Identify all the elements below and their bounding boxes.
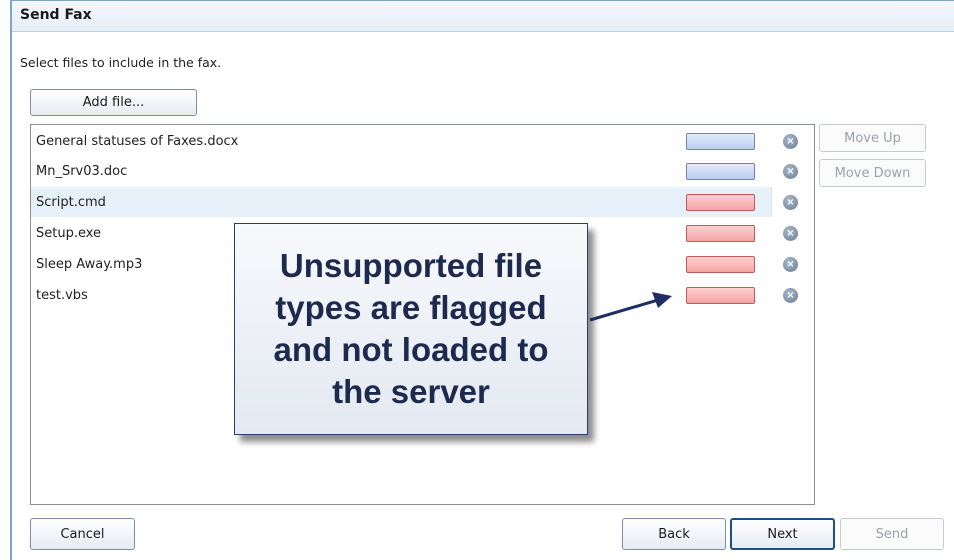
remove-icon[interactable]: × — [783, 226, 798, 241]
back-button[interactable]: Back — [622, 518, 726, 550]
send-fax-window: Send Fax Select files to include in the … — [10, 0, 954, 560]
instruction-text: Select files to include in the fax. — [20, 55, 222, 70]
callout-text: Unsupported file types are flagged and n… — [274, 245, 549, 413]
callout-arrow-icon — [589, 292, 672, 322]
file-row-1[interactable]: Mn_Srv03.doc × — [31, 156, 814, 186]
remove-icon[interactable]: × — [783, 195, 798, 210]
file-name: Mn_Srv03.doc — [36, 164, 128, 179]
file-name: General statuses of Faxes.docx — [36, 134, 239, 149]
file-status-unsupported — [686, 256, 755, 273]
file-status-supported — [686, 163, 755, 180]
callout-line: the server — [332, 373, 490, 410]
callout-line: and not loaded to — [273, 331, 549, 368]
cancel-button[interactable]: Cancel — [30, 518, 135, 550]
file-status-unsupported — [686, 287, 755, 304]
callout-line: Unsupported file — [279, 247, 543, 284]
file-name: test.vbs — [36, 288, 88, 303]
remove-icon[interactable]: × — [783, 164, 798, 179]
file-status-unsupported — [686, 225, 755, 242]
file-name: Script.cmd — [36, 195, 106, 210]
remove-icon[interactable]: × — [783, 288, 798, 303]
file-status-supported — [686, 133, 755, 150]
remove-icon[interactable]: × — [783, 257, 798, 272]
file-name: Sleep Away.mp3 — [36, 257, 143, 272]
file-row-2[interactable]: Script.cmd × — [31, 187, 814, 217]
move-up-button[interactable]: Move Up — [819, 124, 926, 152]
annotation-callout: Unsupported file types are flagged and n… — [234, 223, 588, 435]
add-file-button[interactable]: Add file... — [30, 89, 197, 116]
callout-line: types are flagged — [275, 289, 547, 326]
file-status-unsupported — [686, 194, 755, 211]
send-button[interactable]: Send — [840, 518, 944, 550]
title-bar: Send Fax — [12, 1, 954, 32]
move-down-button[interactable]: Move Down — [819, 159, 926, 187]
file-row-0[interactable]: General statuses of Faxes.docx × — [31, 126, 814, 156]
remove-icon[interactable]: × — [783, 134, 798, 149]
file-name: Setup.exe — [36, 226, 102, 241]
window-title: Send Fax — [20, 7, 92, 23]
next-button[interactable]: Next — [730, 518, 835, 550]
